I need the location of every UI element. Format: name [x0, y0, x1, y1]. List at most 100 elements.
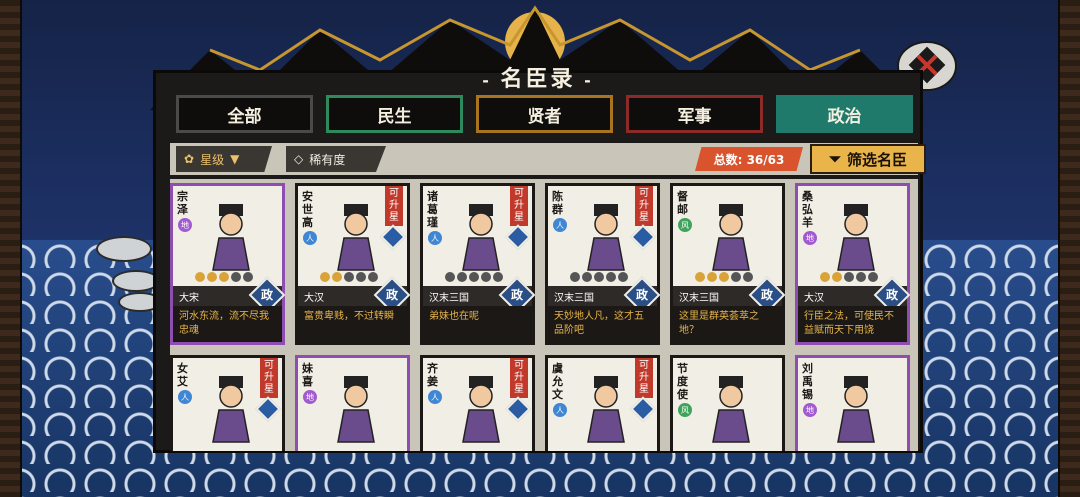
tab-sage[interactable]: 贤者 — [476, 95, 613, 133]
minister-card[interactable]: 虞允文人 可升星 — [545, 355, 660, 451]
minister-name: 宗泽 — [177, 190, 188, 216]
panel-title: - 名臣录 - — [482, 67, 594, 92]
star-icon — [457, 272, 467, 282]
minister-quote: 富贵卑贱，不过转瞬 — [298, 306, 407, 342]
minister-quote: 这里是群英荟萃之地？ — [673, 306, 782, 342]
star-icon — [243, 272, 253, 282]
role-badge-text: 政 — [635, 288, 648, 302]
minister-card[interactable]: 刘禹锡地 — [795, 355, 910, 451]
star-icon — [606, 272, 616, 282]
filter-ministers-button[interactable]: ⏷ 筛选名臣 — [810, 144, 926, 174]
minister-card[interactable]: 宗泽地大宋政河水东流，流不尽我忠魂 — [170, 183, 286, 345]
star-icon — [356, 272, 366, 282]
tier-badge: 人 — [553, 218, 567, 232]
minister-card[interactable]: 安世高人可升星 大汉政富贵卑贱，不过转瞬 — [295, 183, 411, 345]
tab-politics[interactable]: 政治 — [776, 95, 913, 133]
star-icon — [368, 272, 378, 282]
star-icon — [481, 272, 491, 282]
minister-name: 陈群 — [552, 190, 563, 216]
star-icon — [594, 272, 604, 282]
minister-portrait — [830, 374, 882, 444]
minister-grid: 宗泽地大宋政河水东流，流不尽我忠魂 安世高人可升星 大汉政富贵卑贱，不过转瞬 诸葛瑾人… — [170, 179, 918, 451]
minister-quote: 弟妹也在呢 — [423, 306, 532, 342]
star-rating — [195, 272, 253, 282]
minister-portrait — [830, 202, 882, 272]
minister-name: 安世高 — [302, 190, 313, 229]
minister-card[interactable]: 督邮风汉末三国政这里是群英荟萃之地？ — [670, 183, 786, 345]
tab-label: 贤者 — [527, 106, 562, 127]
star-icon — [195, 272, 205, 282]
tier-badge: 人 — [428, 231, 442, 245]
star-icon — [856, 272, 866, 282]
rarity-dropdown[interactable]: ◇ 稀有度 — [286, 146, 386, 172]
minister-quote: 天妙地人凡，这才五品阶吧 — [548, 306, 657, 342]
minister-portrait — [455, 374, 507, 444]
star-icon — [707, 272, 717, 282]
minister-portrait — [455, 202, 507, 272]
star-icon — [320, 272, 330, 282]
minister-card[interactable]: 陈群人可升星 汉末三国政天妙地人凡，这才五品阶吧 — [545, 183, 661, 345]
star-icon — [844, 272, 854, 282]
minister-row: 女艾人可升星 妹喜地齐姜人可升星 虞允文人可升星 节度使风刘禹锡地 — [170, 355, 910, 451]
total-count-text: 总数: 36/63 — [713, 152, 785, 167]
tab-label: 民生 — [377, 106, 412, 127]
right-frame — [1058, 0, 1080, 497]
star-rating — [445, 272, 503, 282]
tab-military[interactable]: 军事 — [626, 95, 763, 133]
minister-name: 节度使 — [677, 362, 688, 401]
minister-card[interactable]: 齐姜人 可升星 — [420, 355, 535, 451]
upgrade-emblem-icon — [380, 224, 406, 250]
star-icon — [231, 272, 241, 282]
upgrade-star-tag: 可升星 — [385, 186, 403, 226]
minister-portrait — [330, 374, 382, 444]
star-level-dropdown[interactable]: ✿ 星级 ▼ — [176, 146, 272, 172]
minister-card[interactable]: 节度使风 — [670, 355, 785, 451]
minister-name: 妹喜 — [302, 362, 313, 388]
star-rating — [695, 272, 753, 282]
minister-portrait — [205, 202, 257, 272]
minister-name: 刘禹锡 — [802, 362, 813, 401]
tab-label: 全部 — [227, 106, 262, 127]
minister-card[interactable]: 妹喜地 — [295, 355, 410, 451]
tier-badge: 风 — [678, 218, 692, 232]
role-badge-text: 政 — [885, 288, 898, 302]
tier-badge: 地 — [803, 231, 817, 245]
upgrade-star-tag: 可升星 — [635, 186, 653, 226]
minister-quote: 行臣之法，可使民不益赋而天下用饶 — [798, 306, 907, 342]
minister-row: 宗泽地大宋政河水东流，流不尽我忠魂 安世高人可升星 大汉政富贵卑贱，不过转瞬 诸葛瑾人… — [170, 183, 911, 345]
tab-all[interactable]: 全部 — [176, 95, 313, 133]
upgrade-emblem-icon — [255, 396, 281, 422]
star-rating — [570, 272, 628, 282]
category-tabs: 全部 民生 贤者 军事 政治 — [176, 95, 916, 135]
minister-portrait — [705, 374, 757, 444]
minister-name: 桑弘羊 — [802, 190, 813, 229]
star-icon — [618, 272, 628, 282]
tier-badge: 风 — [678, 403, 692, 417]
minister-card[interactable]: 诸葛瑾人可升星 汉末三国政弟妹也在呢 — [420, 183, 536, 345]
star-icon — [582, 272, 592, 282]
upgrade-emblem-icon — [630, 224, 656, 250]
upgrade-star-tag: 可升星 — [635, 358, 653, 398]
chevron-down-icon: ▼ — [230, 152, 240, 166]
tab-label: 军事 — [677, 106, 712, 127]
title-text: 名臣录 — [500, 67, 576, 92]
minister-card[interactable]: 桑弘羊地大汉政行臣之法，可使民不益赋而天下用饶 — [795, 183, 911, 345]
minister-portrait — [330, 202, 382, 272]
star-icon — [719, 272, 729, 282]
star-icon — [207, 272, 217, 282]
minister-portrait — [205, 374, 257, 444]
upgrade-emblem-icon — [505, 396, 531, 422]
star-rating — [820, 272, 878, 282]
total-count-badge: 总数: 36/63 — [695, 147, 803, 171]
star-icon — [820, 272, 830, 282]
minister-name: 女艾 — [177, 362, 188, 388]
minister-name: 齐姜 — [427, 362, 438, 388]
tier-badge: 人 — [303, 231, 317, 245]
tier-badge: 人 — [178, 390, 192, 404]
tab-livelihood[interactable]: 民生 — [326, 95, 463, 133]
minister-quote: 河水东流，流不尽我忠魂 — [173, 306, 282, 342]
left-frame — [0, 0, 22, 497]
minister-card[interactable]: 女艾人 可升星 — [170, 355, 285, 451]
minister-name: 督邮 — [677, 190, 688, 216]
floating-island-1 — [96, 236, 152, 262]
